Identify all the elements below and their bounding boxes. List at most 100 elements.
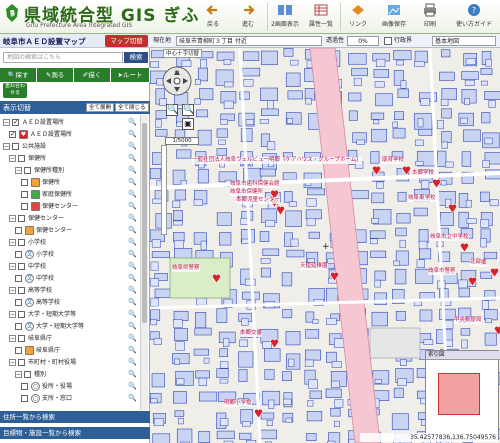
attribute-list-button[interactable]: 属性一覧 — [304, 2, 338, 32]
expand-toggle[interactable]: − — [3, 143, 10, 150]
layer-checkbox[interactable] — [15, 275, 22, 282]
layer-tree-row[interactable]: 保健センター 🔍 — [0, 201, 140, 212]
layer-checkbox[interactable] — [18, 215, 25, 222]
layer-checkbox[interactable] — [21, 203, 28, 210]
link-button[interactable]: リンク — [341, 2, 375, 32]
layer-zoom-icon[interactable]: 🔍 — [128, 249, 137, 260]
layer-tree-row[interactable]: − 保健所種別 🔍 — [0, 165, 140, 176]
layer-zoom-icon[interactable]: 🔍 — [128, 333, 137, 344]
layer-tree-row[interactable]: − 公共施設 🔍 — [0, 141, 140, 152]
aed-marker-icon[interactable] — [276, 205, 285, 216]
layer-tree-row[interactable]: − 小学校 🔍 — [0, 237, 140, 248]
expand-toggle[interactable]: − — [15, 167, 22, 174]
layer-checkbox[interactable] — [24, 167, 31, 174]
layer-checkbox[interactable] — [15, 347, 22, 354]
boundary-checkbox[interactable] — [384, 37, 392, 45]
layer-zoom-icon[interactable]: 🔍 — [128, 273, 137, 284]
layer-tree-row[interactable]: − 岐阜県庁 🔍 — [0, 333, 140, 344]
two-screen-button[interactable]: 2画面表示 — [268, 2, 302, 32]
layer-zoom-icon[interactable]: 🔍 — [128, 393, 137, 404]
expand-toggle[interactable]: − — [9, 359, 16, 366]
layer-checkbox[interactable] — [18, 263, 25, 270]
expand-toggle[interactable]: − — [15, 371, 22, 378]
layer-tree-scrollbar[interactable] — [140, 115, 148, 410]
base-map-select[interactable]: 基本地図 — [432, 36, 496, 46]
aed-marker-icon[interactable] — [330, 271, 339, 282]
layer-zoom-icon[interactable]: 🔍 — [128, 165, 137, 176]
collapse-all-button[interactable]: 全て閉じる — [115, 103, 149, 112]
layer-zoom-icon[interactable]: 🔍 — [128, 369, 137, 380]
layer-checkbox[interactable] — [21, 395, 28, 402]
layer-zoom-icon[interactable]: 🔍 — [128, 297, 137, 308]
layer-tree-row[interactable]: 保健センター 🔍 — [0, 225, 140, 236]
aed-marker-icon[interactable] — [460, 242, 469, 253]
expand-toggle[interactable]: − — [9, 155, 16, 162]
aed-marker-icon[interactable] — [494, 325, 500, 336]
layer-checkbox[interactable] — [18, 359, 25, 366]
layer-checkbox[interactable] — [18, 311, 25, 318]
overlay-button[interactable]: 重ね合わせる — [3, 83, 27, 98]
layer-zoom-icon[interactable]: 🔍 — [128, 225, 137, 236]
layer-checkbox[interactable] — [18, 287, 25, 294]
layer-zoom-icon[interactable]: 🔍 — [128, 309, 137, 320]
layer-tree-row[interactable]: − 種別 🔍 — [0, 369, 140, 380]
layer-zoom-icon[interactable]: 🔍 — [128, 285, 137, 296]
expand-toggle[interactable]: − — [9, 335, 16, 342]
layer-tree-row[interactable]: 文中学校 🔍 — [0, 273, 140, 284]
nav-search-button[interactable]: 🔍探す — [0, 68, 37, 82]
layer-zoom-icon[interactable]: 🔍 — [128, 153, 137, 164]
layer-zoom-icon[interactable]: 🔍 — [128, 321, 137, 332]
layer-checkbox[interactable] — [21, 191, 28, 198]
expand-all-button[interactable]: 全て展開 — [86, 103, 115, 112]
aed-marker-icon[interactable] — [448, 203, 457, 214]
nav-measure-button[interactable]: ✎測る — [37, 68, 74, 82]
overview-map[interactable]: 索引図 — [425, 350, 500, 440]
layer-zoom-icon[interactable]: 🔍 — [128, 129, 137, 140]
layer-tree-row[interactable]: ♥ＡＥＤ設置場所 🔍 — [0, 129, 140, 140]
layer-tree-row[interactable]: ○ 役所・役場 🔍 — [0, 381, 140, 392]
print-button[interactable]: 印刷 — [413, 2, 447, 32]
expand-toggle[interactable]: − — [9, 239, 16, 246]
layer-zoom-icon[interactable]: 🔍 — [128, 345, 137, 356]
layer-zoom-icon[interactable]: 🔍 — [128, 189, 137, 200]
facility-search-bar[interactable]: 目標物・施設一覧から検索 — [0, 427, 150, 439]
layer-checkbox[interactable] — [12, 143, 19, 150]
layer-zoom-icon[interactable]: 🔍 — [128, 117, 137, 128]
layer-tree-row[interactable]: − 高等学校 🔍 — [0, 285, 140, 296]
expand-toggle[interactable]: − — [9, 287, 16, 294]
layer-tree-row[interactable]: − 中学校 🔍 — [0, 261, 140, 272]
layer-checkbox[interactable] — [18, 335, 25, 342]
address-search-bar[interactable]: 住所一覧から検索 — [0, 411, 150, 423]
layer-tree-row[interactable]: 文小学校 🔍 — [0, 249, 140, 260]
aed-marker-icon[interactable] — [254, 408, 263, 419]
image-save-button[interactable]: 画像保存 — [377, 2, 411, 32]
layer-tree-row[interactable]: − 市町村・町村役場 🔍 — [0, 357, 140, 368]
layer-tree-row[interactable]: 岐阜県庁 🔍 — [0, 345, 140, 356]
layer-checkbox[interactable] — [15, 299, 22, 306]
layer-tree-row[interactable]: − 保健所 🔍 — [0, 153, 140, 164]
layer-zoom-icon[interactable]: 🔍 — [128, 213, 137, 224]
map-canvas[interactable]: N 🔍 🔍 ▣ 1/5000 一般社団法人岐阜ウェルビュー明郷（ケアハウス・グル… — [150, 34, 500, 443]
search-button[interactable]: 検索 — [124, 52, 148, 63]
layer-tree-row[interactable]: − 保健センター 🔍 — [0, 213, 140, 224]
layer-zoom-icon[interactable]: 🔍 — [128, 141, 137, 152]
layer-tree-row[interactable]: 文大学・短期大学等 🔍 — [0, 321, 140, 332]
layer-checkbox[interactable] — [18, 239, 25, 246]
map-switch-button[interactable]: マップ切替 — [105, 35, 148, 47]
layer-checkbox[interactable] — [18, 155, 25, 162]
expand-toggle[interactable]: − — [3, 119, 10, 126]
layer-checkbox[interactable] — [21, 383, 28, 390]
nav-draw-button[interactable]: ✐描く — [74, 68, 111, 82]
location-field[interactable]: 岐阜市青柳町３丁目 付近 — [176, 36, 322, 46]
expand-toggle[interactable]: − — [9, 263, 16, 270]
aed-marker-icon[interactable] — [372, 165, 381, 176]
layer-zoom-icon[interactable]: 🔍 — [128, 177, 137, 188]
layer-checkbox[interactable] — [21, 179, 28, 186]
layer-tree-row[interactable]: 文高等学校 🔍 — [0, 297, 140, 308]
aed-marker-icon[interactable] — [468, 276, 477, 287]
nav-route-button[interactable]: ➤ルート — [111, 68, 150, 82]
aed-marker-icon[interactable] — [402, 165, 411, 176]
layer-checkbox[interactable] — [9, 129, 16, 140]
expand-toggle[interactable]: − — [9, 215, 16, 222]
forward-button[interactable]: 進む — [231, 2, 265, 32]
